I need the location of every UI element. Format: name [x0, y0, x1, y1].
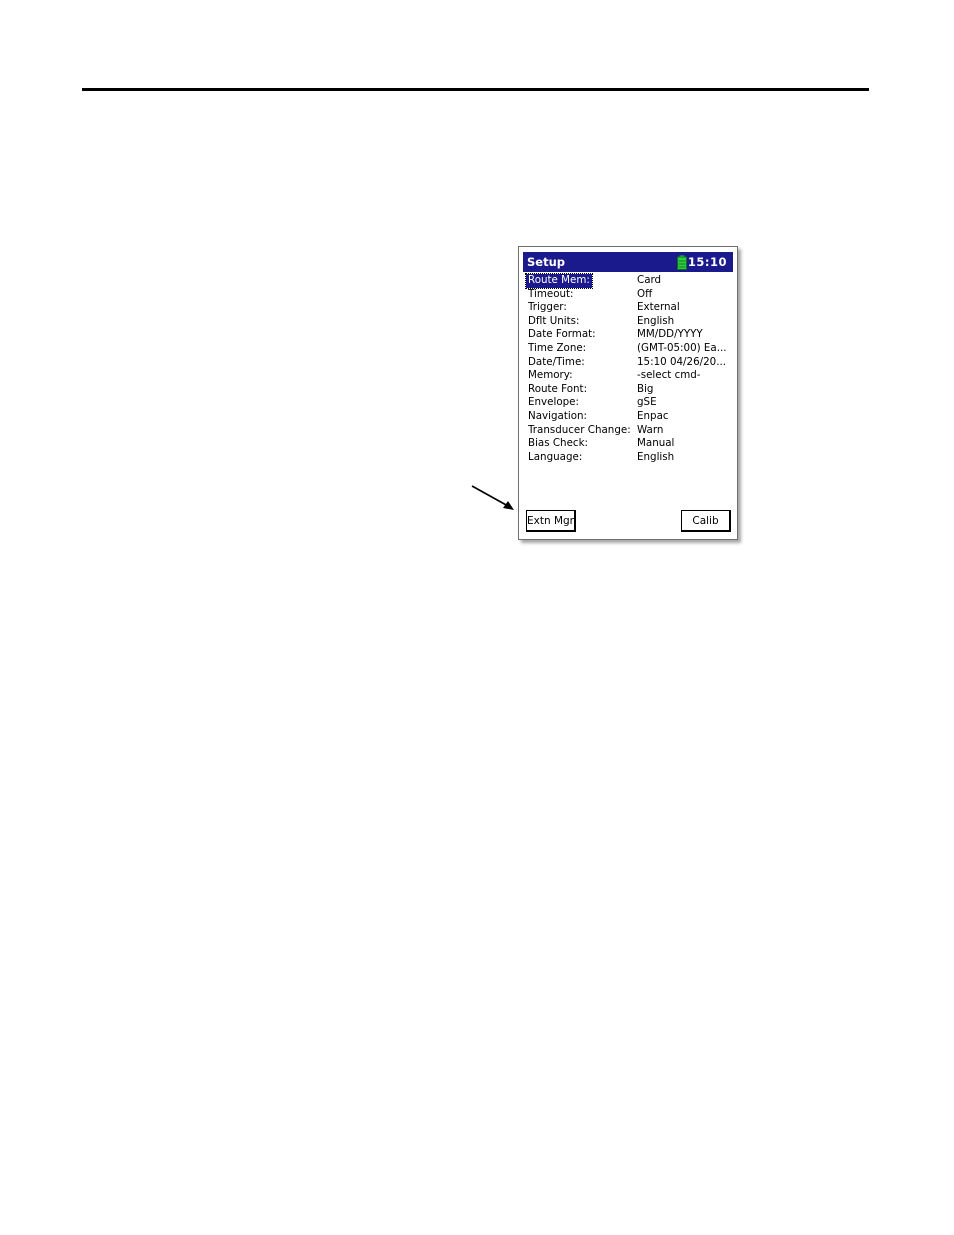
title-bar: Setup 15:10 — [523, 252, 733, 272]
setting-value: Card — [637, 274, 662, 286]
setting-label: Date Format: — [528, 328, 596, 341]
command-bar: Extn Mgr Calib — [523, 508, 733, 534]
setting-value: MM/DD/YYYY — [637, 328, 703, 341]
setting-label: Dflt Units: — [528, 314, 580, 327]
setting-row-memory[interactable]: Memory: -select cmd- — [526, 369, 733, 383]
setting-value: Off — [637, 287, 653, 300]
setting-row-dflt-units[interactable]: Dflt Units: English — [526, 315, 733, 329]
setting-value: gSE — [637, 396, 657, 409]
setting-value: English — [637, 314, 675, 327]
window-title: Setup — [527, 255, 565, 269]
setting-value: English — [637, 450, 675, 463]
setting-value: (GMT-05:00) Ea... — [637, 341, 727, 354]
setting-row-route-font[interactable]: Route Font: Big — [526, 383, 733, 397]
setting-label: Date/Time: — [528, 355, 585, 368]
setting-row-time-zone[interactable]: Time Zone: (GMT-05:00) Ea... — [526, 342, 733, 356]
setting-row-navigation[interactable]: Navigation: Enpac — [526, 410, 733, 424]
device-screen: Setup 15:10 Route Mem: Card Timeout: Off… — [518, 246, 738, 540]
setting-label: Envelope: — [528, 396, 579, 409]
extn-mgr-button[interactable]: Extn Mgr — [526, 510, 576, 532]
setting-row-language[interactable]: Language: English — [526, 451, 733, 465]
setting-label: Timeout: — [528, 287, 574, 300]
setting-label: Transducer Change: — [528, 423, 631, 436]
setting-value: Enpac — [637, 409, 669, 422]
setting-label: Route Font: — [528, 382, 588, 395]
setting-label: Language: — [528, 450, 583, 463]
setting-value: 15:10 04/26/20... — [637, 355, 727, 368]
settings-list: Route Mem: Card Timeout: Off Trigger: Ex… — [525, 273, 733, 465]
page-header-rule — [82, 88, 869, 91]
callout-arrow-icon — [471, 485, 514, 510]
setting-label: Time Zone: — [528, 341, 587, 354]
battery-icon — [677, 255, 687, 270]
setting-value: Manual — [637, 437, 675, 450]
setting-label: Bias Check: — [528, 437, 589, 450]
setting-label: Route Mem: — [525, 273, 593, 289]
setting-value: Warn — [637, 423, 664, 436]
setting-value: -select cmd- — [637, 369, 701, 382]
setting-label: Navigation: — [528, 409, 588, 422]
setting-row-date-format[interactable]: Date Format: MM/DD/YYYY — [526, 328, 733, 342]
setting-value: Big — [637, 382, 654, 395]
setting-value: External — [637, 301, 680, 314]
setting-row-bias-check[interactable]: Bias Check: Manual — [526, 437, 733, 451]
setting-row-date-time[interactable]: Date/Time: 15:10 04/26/20... — [526, 356, 733, 370]
setting-row-trigger[interactable]: Trigger: External — [526, 301, 733, 315]
setting-label: Trigger: — [528, 301, 567, 314]
setting-row-envelope[interactable]: Envelope: gSE — [526, 396, 733, 410]
setting-row-route-mem[interactable]: Route Mem: Card — [525, 273, 733, 289]
setting-label: Memory: — [528, 369, 573, 382]
setting-row-timeout[interactable]: Timeout: Off — [526, 288, 733, 302]
setup-window: Setup 15:10 Route Mem: Card Timeout: Off… — [523, 252, 733, 534]
calib-button[interactable]: Calib — [681, 510, 731, 532]
setting-row-transducer-change[interactable]: Transducer Change: Warn — [526, 424, 733, 438]
clock: 15:10 — [687, 255, 727, 269]
